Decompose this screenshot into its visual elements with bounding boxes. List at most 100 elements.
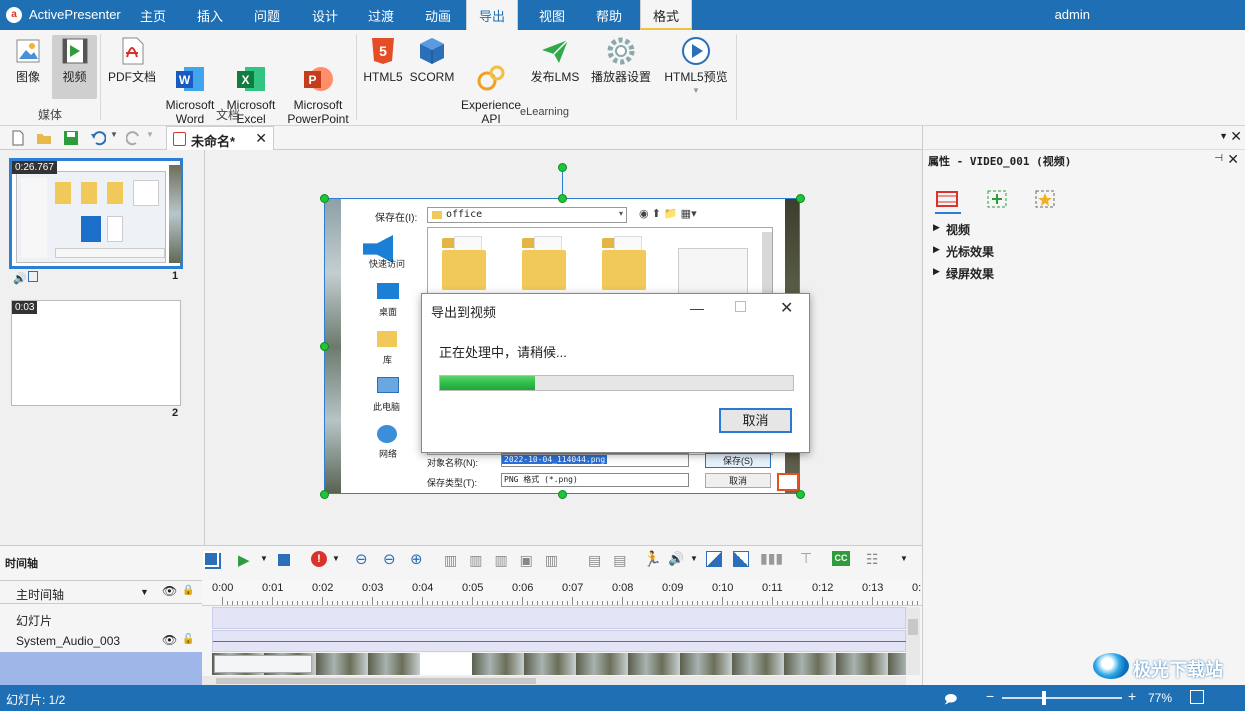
section-cursor-effects[interactable]: 光标效果 xyxy=(946,243,994,260)
resize-handle-w[interactable] xyxy=(320,342,329,351)
pin-icon[interactable]: ⊣ xyxy=(1214,153,1223,164)
comments-icon[interactable]: 🗩 xyxy=(944,690,957,711)
player-settings-button[interactable]: 播放器设置 xyxy=(587,35,655,84)
export-image-button[interactable]: 图像 xyxy=(6,35,50,84)
menu-questions[interactable]: 问题 xyxy=(254,6,280,25)
cut-tools-icons[interactable]: ▤▤ xyxy=(588,552,638,569)
user-name[interactable]: admin xyxy=(1055,7,1090,22)
panel-menu-icon[interactable]: ▼ xyxy=(1219,131,1228,141)
dropdown-arrow-icon[interactable]: ▼ xyxy=(662,84,730,98)
audio-dropdown-icon[interactable]: ▼ xyxy=(690,554,698,563)
zoom-in-icon[interactable]: ⊕ xyxy=(410,550,423,568)
redo-dropdown-icon[interactable]: ▼ xyxy=(146,130,162,146)
menu-format[interactable]: 格式 xyxy=(640,0,693,30)
ribbon-label: Microsoft PowerPoint xyxy=(287,98,349,126)
export-pdf-button[interactable]: PDF文档 xyxy=(106,35,158,84)
html5-preview-button[interactable]: HTML5预览 ▼ xyxy=(662,35,730,98)
close-icon[interactable]: ✕ xyxy=(780,298,793,318)
time-ruler[interactable]: 0:00 0:01 0:02 0:03 0:04 0:05 0:06 0:07 0:08 0:09… xyxy=(202,580,922,606)
menu-design[interactable]: 设计 xyxy=(312,6,338,25)
save-icon[interactable] xyxy=(63,130,79,146)
zoom-in-button[interactable]: + xyxy=(1128,688,1136,704)
select-all-icon[interactable] xyxy=(203,551,219,567)
rotate-handle[interactable] xyxy=(558,163,567,172)
fit-to-window-icon[interactable] xyxy=(1190,690,1204,704)
zoom-slider[interactable] xyxy=(1002,691,1122,705)
audio-volume-icon[interactable]: 🔊 xyxy=(668,551,684,567)
normalize-icon[interactable]: ⊤ xyxy=(800,550,812,567)
resize-handle-se[interactable] xyxy=(796,490,805,499)
resize-handle-nw[interactable] xyxy=(320,194,329,203)
fade-in-icon[interactable] xyxy=(706,551,722,567)
new-file-icon[interactable] xyxy=(10,130,26,146)
video-properties-tab-icon[interactable] xyxy=(935,188,961,214)
audio-track[interactable] xyxy=(212,630,907,652)
minimize-icon[interactable]: — xyxy=(690,300,704,316)
undo-icon[interactable] xyxy=(90,130,107,146)
cancel-button[interactable]: 取消 xyxy=(719,408,792,433)
export-xapi-button[interactable]: Experience API xyxy=(460,35,522,126)
record-icon[interactable]: ! xyxy=(311,551,327,567)
menu-view[interactable]: 视图 xyxy=(539,6,565,25)
closed-caption-icon[interactable]: CC xyxy=(832,551,850,566)
section-green-screen[interactable]: 绿屏效果 xyxy=(946,265,994,282)
effects-tab-icon[interactable] xyxy=(1033,188,1059,214)
size-position-tab-icon[interactable] xyxy=(985,188,1011,214)
export-scorm-button[interactable]: SCORM xyxy=(409,35,455,84)
menu-animation[interactable]: 动画 xyxy=(425,6,451,25)
visibility-icon[interactable]: 👁 xyxy=(162,633,177,647)
expand-arrow-icon[interactable]: ▶ xyxy=(933,244,940,255)
video-track-clip[interactable] xyxy=(212,653,906,675)
export-html5-button[interactable]: 5 HTML5 xyxy=(361,35,405,84)
play-dropdown-icon[interactable]: ▼ xyxy=(260,554,268,563)
expand-arrow-icon[interactable]: ▶ xyxy=(933,222,940,233)
menu-export[interactable]: 导出 xyxy=(466,0,519,30)
video-track-header[interactable] xyxy=(0,652,202,686)
slides-track[interactable] xyxy=(212,607,906,629)
slide-thumbnail-2[interactable]: 0:03 xyxy=(11,300,181,406)
lock-icon[interactable]: 🔒 xyxy=(182,585,194,596)
record-dropdown-icon[interactable]: ▼ xyxy=(332,554,340,563)
edit-tools-icons[interactable]: ▥▥▥▣▥ xyxy=(444,552,570,569)
visibility-icon[interactable]: 👁 xyxy=(162,584,177,598)
stop-icon[interactable] xyxy=(278,554,290,566)
resize-handle-s[interactable] xyxy=(558,490,567,499)
cursor-path-icon[interactable]: 🏃 xyxy=(643,550,662,568)
export-word-button[interactable]: W Microsoft Word xyxy=(160,35,220,126)
zoom-out-icon[interactable]: ⊖ xyxy=(383,550,396,568)
resize-handle-ne[interactable] xyxy=(796,194,805,203)
settings-icon[interactable]: ☷ xyxy=(866,551,879,568)
close-tab-icon[interactable]: ✕ xyxy=(255,130,267,147)
resize-handle-sw[interactable] xyxy=(320,490,329,499)
zoom-fit-icon[interactable]: ⊖ xyxy=(355,550,368,568)
chevron-down-icon[interactable]: ▼ xyxy=(140,587,149,597)
player-settings-icon xyxy=(605,35,637,67)
redo-icon[interactable] xyxy=(125,130,142,146)
undo-dropdown-icon[interactable]: ▼ xyxy=(110,130,126,146)
publish-lms-button[interactable]: 发布LMS xyxy=(527,35,583,84)
menu-insert[interactable]: 插入 xyxy=(197,6,223,25)
close-icon[interactable]: ✕ xyxy=(1227,151,1239,168)
menu-home[interactable]: 主页 xyxy=(140,6,166,25)
expand-arrow-icon[interactable]: ▶ xyxy=(933,266,940,277)
panel-close-icon[interactable]: ✕ xyxy=(1230,128,1242,145)
export-video-button[interactable]: 视频 xyxy=(52,35,97,99)
unlock-icon[interactable]: 🔓 xyxy=(182,634,194,645)
resize-handle-n[interactable] xyxy=(558,194,567,203)
more-dropdown-icon[interactable]: ▼ xyxy=(900,554,908,563)
zoom-slider-thumb[interactable] xyxy=(1042,691,1046,705)
slide-thumbnail-1[interactable]: 0:26.767 xyxy=(9,158,183,269)
play-icon[interactable]: ▶ xyxy=(238,551,250,569)
export-powerpoint-button[interactable]: P Microsoft PowerPoint xyxy=(284,35,352,126)
menu-help[interactable]: 帮助 xyxy=(596,6,622,25)
ruler-minor-tick xyxy=(632,601,633,605)
document-tab[interactable]: 未命名* ✕ xyxy=(166,126,274,150)
section-video[interactable]: 视频 xyxy=(946,221,970,238)
fade-out-icon[interactable] xyxy=(733,551,749,567)
open-folder-icon[interactable] xyxy=(36,130,52,146)
ruler-minor-tick xyxy=(892,601,893,605)
zoom-out-button[interactable]: − xyxy=(986,688,994,704)
menu-transition[interactable]: 过渡 xyxy=(368,6,394,25)
timeline-vertical-scrollbar[interactable] xyxy=(906,607,920,675)
audio-chart-icon[interactable]: ▮▮▮ xyxy=(760,550,783,567)
